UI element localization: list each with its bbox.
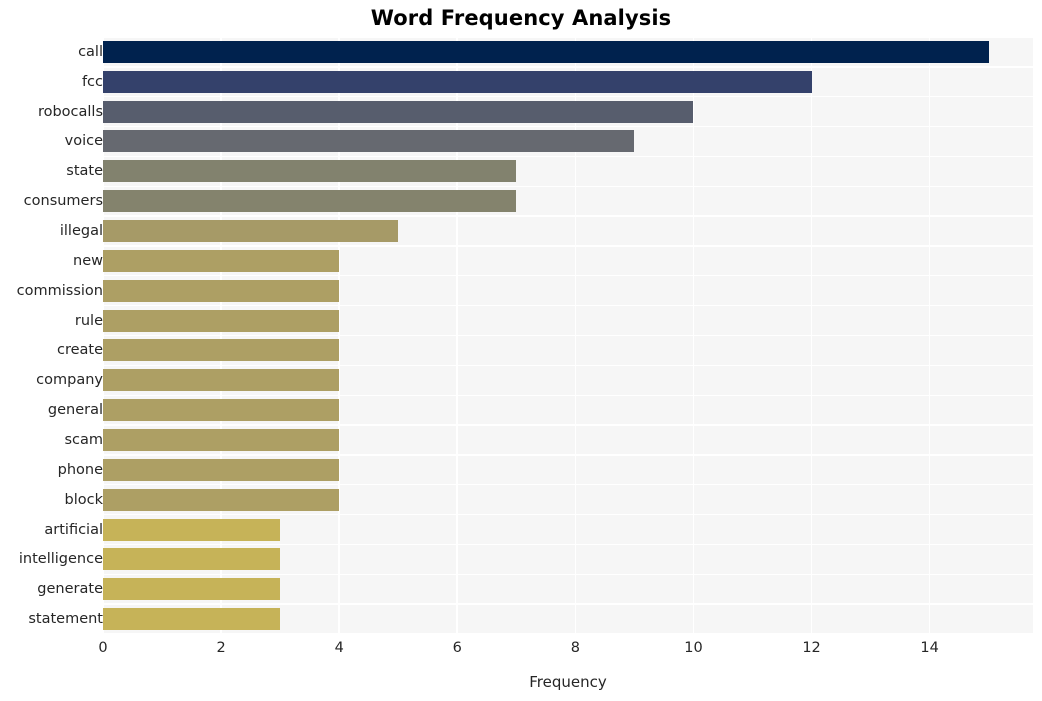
- horizontal-gridline: [103, 394, 1033, 396]
- y-axis-tick-label: robocalls: [37, 103, 103, 120]
- horizontal-gridline: [103, 125, 1033, 128]
- y-axis-tick-labels: call fcc robocalls voice state consumers illeg…: [0, 37, 103, 634]
- bar[interactable]: [103, 608, 281, 631]
- y-axis-tick-label: artificial: [44, 521, 103, 538]
- y-axis-tick-label: consumers: [23, 193, 103, 210]
- x-axis-tick-label: 10: [684, 640, 703, 656]
- bar[interactable]: [103, 70, 812, 93]
- y-axis-tick-label: phone: [57, 461, 103, 478]
- horizontal-gridline: [103, 573, 1033, 575]
- horizontal-gridline: [103, 275, 1033, 277]
- bar[interactable]: [103, 100, 694, 123]
- horizontal-gridline: [103, 484, 1033, 486]
- y-axis-tick-label: call: [78, 43, 103, 60]
- bar[interactable]: [103, 279, 340, 302]
- x-axis-tick-label: 14: [920, 640, 939, 656]
- y-axis-tick-label: company: [36, 372, 103, 389]
- horizontal-gridline: [103, 334, 1033, 337]
- bar[interactable]: [103, 488, 340, 511]
- x-axis-tick-label: 8: [570, 640, 580, 656]
- bar[interactable]: [103, 399, 340, 422]
- bar[interactable]: [103, 428, 340, 451]
- y-axis-tick-label: general: [47, 402, 103, 419]
- bar[interactable]: [103, 518, 281, 541]
- horizontal-gridline: [103, 185, 1033, 187]
- horizontal-gridline: [103, 66, 1033, 68]
- plot-area: [103, 37, 1033, 634]
- bar[interactable]: [103, 190, 517, 213]
- horizontal-gridline: [103, 96, 1033, 98]
- y-axis-tick-label: statement: [28, 611, 103, 628]
- horizontal-gridline: [103, 37, 1033, 38]
- bar[interactable]: [103, 548, 281, 571]
- y-axis-tick-label: block: [64, 491, 103, 508]
- y-axis-tick-label: illegal: [59, 223, 103, 240]
- horizontal-gridline: [103, 603, 1033, 605]
- horizontal-gridline: [103, 513, 1033, 516]
- bar[interactable]: [103, 369, 340, 392]
- horizontal-gridline: [103, 215, 1033, 217]
- x-axis-tick-label: 2: [216, 640, 226, 656]
- chart-title: Word Frequency Analysis: [370, 6, 672, 30]
- y-axis-tick-label: voice: [64, 133, 103, 150]
- x-axis-tick-labels: 0 2 4 6 8 10 12 14: [98, 634, 1033, 662]
- x-axis-label: Frequency: [529, 673, 607, 691]
- horizontal-gridline: [103, 245, 1033, 247]
- horizontal-gridline: [103, 364, 1033, 367]
- bar[interactable]: [103, 339, 340, 362]
- bar[interactable]: [103, 249, 340, 272]
- bar[interactable]: [103, 40, 989, 63]
- horizontal-gridline: [103, 155, 1033, 158]
- y-axis-tick-label: commission: [16, 282, 103, 299]
- y-axis-tick-label: scam: [64, 431, 103, 448]
- bar[interactable]: [103, 220, 399, 243]
- horizontal-gridline: [103, 454, 1033, 456]
- bar[interactable]: [103, 578, 281, 601]
- x-axis-tick-label: 4: [334, 640, 344, 656]
- horizontal-gridline: [103, 304, 1033, 307]
- y-axis-tick-label: state: [66, 163, 103, 180]
- y-axis-tick-label: generate: [37, 581, 103, 598]
- x-axis-tick-label: 12: [802, 640, 821, 656]
- y-axis-tick-label: create: [56, 342, 103, 359]
- chart-figure: Word Frequency Analysis call fcc robocalls…: [0, 0, 1042, 701]
- y-axis-tick-label: fcc: [81, 73, 103, 90]
- y-axis-tick-label: new: [73, 252, 103, 269]
- x-axis-tick-label: 0: [98, 640, 108, 656]
- bar[interactable]: [103, 130, 635, 153]
- y-axis-tick-label: intelligence: [18, 551, 103, 568]
- y-axis-tick-label: rule: [74, 312, 103, 329]
- x-axis-tick-label: 6: [452, 640, 462, 656]
- horizontal-gridline: [103, 424, 1033, 426]
- bar[interactable]: [103, 309, 340, 332]
- bar[interactable]: [103, 160, 517, 183]
- bar[interactable]: [103, 458, 340, 481]
- horizontal-gridline: [103, 543, 1033, 546]
